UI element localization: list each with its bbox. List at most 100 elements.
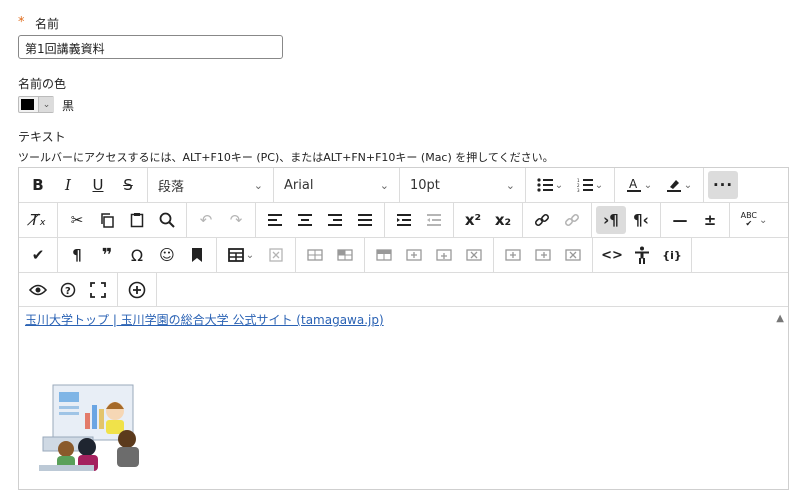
- search-icon: [159, 212, 175, 228]
- delete-table-button[interactable]: [261, 241, 291, 269]
- subscript-button[interactable]: x₂: [488, 206, 518, 234]
- source-code-button[interactable]: <>: [597, 241, 627, 269]
- spellcheck-button[interactable]: ABC ✔ ⌄: [734, 206, 774, 234]
- accessibility-person-icon: [635, 246, 649, 264]
- clipboard-icon: [130, 213, 144, 228]
- undo-icon: ↶: [199, 211, 213, 229]
- row-insert-before-icon: [406, 249, 422, 261]
- quote-icon: ❞: [101, 244, 113, 266]
- copy-icon: [101, 212, 114, 228]
- code-group: <> {i}: [593, 238, 692, 272]
- bold-button[interactable]: B: [23, 171, 53, 199]
- align-left-button[interactable]: [260, 206, 290, 234]
- link-icon: [534, 213, 550, 227]
- font-family-select[interactable]: Arial ⌄: [274, 168, 400, 202]
- blockquote-button[interactable]: ❞: [92, 241, 122, 269]
- font-size-select[interactable]: 10pt ⌄: [400, 168, 526, 202]
- name-color-label: 名前の色: [18, 77, 67, 91]
- redo-button[interactable]: ↷: [221, 206, 251, 234]
- find-replace-button[interactable]: [152, 206, 182, 234]
- fullscreen-button[interactable]: [83, 276, 113, 304]
- help-icon: ?: [60, 282, 76, 297]
- color-group: A ⌄ ⌄: [615, 168, 704, 202]
- chevron-down-icon: ⌄: [643, 179, 653, 191]
- highlight-color-button[interactable]: ⌄: [659, 171, 699, 199]
- math-icon: {i}: [662, 248, 682, 262]
- insert-row-after-button[interactable]: [429, 241, 459, 269]
- spellcheck-group: ABC ✔ ⌄: [730, 203, 778, 237]
- underline-button[interactable]: U: [83, 171, 113, 199]
- rtl-button[interactable]: ¶‹: [626, 206, 656, 234]
- italic-button[interactable]: I: [53, 171, 83, 199]
- insert-table-button[interactable]: ⌄: [221, 241, 261, 269]
- align-right-button[interactable]: [320, 206, 350, 234]
- cut-button[interactable]: ✂: [62, 206, 92, 234]
- row-properties-button[interactable]: [369, 241, 399, 269]
- indent-button[interactable]: [389, 206, 419, 234]
- horizontal-line-button[interactable]: —: [665, 206, 695, 234]
- view-group: ?: [19, 273, 118, 306]
- column-delete-icon: [565, 249, 581, 261]
- accessibility-button[interactable]: [627, 241, 657, 269]
- insert-column-after-button[interactable]: [528, 241, 558, 269]
- insert-link-button[interactable]: [527, 206, 557, 234]
- ltr-button[interactable]: ›¶: [596, 206, 626, 234]
- chevron-down-icon: ⌄: [38, 97, 54, 112]
- strikethrough-button[interactable]: S: [113, 171, 143, 199]
- numbered-list-button[interactable]: 123 ⌄: [570, 171, 610, 199]
- checkmark-icon: ✔: [31, 246, 45, 264]
- accessibility-checker-button[interactable]: ✔: [23, 241, 53, 269]
- preview-button[interactable]: [23, 276, 53, 304]
- outdent-button[interactable]: [419, 206, 449, 234]
- text-label: テキスト: [18, 130, 66, 144]
- svg-text:?: ?: [65, 286, 71, 297]
- help-button[interactable]: ?: [53, 276, 83, 304]
- content-link[interactable]: 玉川大学トップ | 玉川学園の総合大学 公式サイト (tamagawa.jp): [25, 311, 384, 328]
- insert-break-button[interactable]: ±: [695, 206, 725, 234]
- clear-formatting-icon: T̸ₓ: [30, 211, 46, 229]
- delete-column-button[interactable]: [558, 241, 588, 269]
- special-character-button[interactable]: Ω: [122, 241, 152, 269]
- toolbar-row-3: ✔ ¶ ❞ Ω ☺ ⌄ <> {i}: [19, 238, 788, 273]
- name-input[interactable]: 第1回講義資料: [18, 35, 283, 59]
- delete-row-button[interactable]: [459, 241, 489, 269]
- column-insert-after-icon: [535, 249, 551, 261]
- add-content-button[interactable]: [122, 276, 152, 304]
- scroll-up-arrow-icon[interactable]: ▲: [776, 313, 784, 324]
- format-group: B I U S: [19, 168, 148, 202]
- more-options-button[interactable]: ···: [708, 171, 738, 199]
- emoticon-button[interactable]: ☺: [152, 241, 182, 269]
- insert-row-before-button[interactable]: [399, 241, 429, 269]
- direction-group: ›¶ ¶‹: [592, 203, 661, 237]
- editor-content-area[interactable]: 玉川大学トップ | 玉川学園の総合大学 公式サイト (tamagawa.jp) …: [19, 307, 788, 491]
- text-color-button[interactable]: A ⌄: [619, 171, 659, 199]
- clear-formatting-button[interactable]: T̸ₓ: [23, 206, 53, 234]
- justify-button[interactable]: [350, 206, 380, 234]
- align-group: [256, 203, 385, 237]
- paste-button[interactable]: [122, 206, 152, 234]
- align-left-icon: [268, 214, 282, 226]
- copy-button[interactable]: [92, 206, 122, 234]
- align-right-icon: [328, 214, 342, 226]
- highlighter-icon: [666, 180, 681, 192]
- math-editor-button[interactable]: {i}: [657, 241, 687, 269]
- bullet-list-icon: [537, 178, 553, 192]
- show-blocks-button[interactable]: ¶: [62, 241, 92, 269]
- text-color-icon: A: [626, 177, 641, 192]
- toolbar-row-4: ?: [19, 273, 788, 307]
- remove-link-button[interactable]: [557, 206, 587, 234]
- color-picker[interactable]: ⌄: [18, 96, 54, 113]
- paragraph-style-select[interactable]: 段落 ⌄: [148, 168, 274, 202]
- table-properties-button[interactable]: [300, 241, 330, 269]
- bullet-list-button[interactable]: ⌄: [530, 171, 570, 199]
- pilcrow-icon: ¶: [72, 246, 82, 264]
- superscript-button[interactable]: x²: [458, 206, 488, 234]
- table-group: ⌄: [217, 238, 296, 272]
- chevron-down-icon: ⌄: [379, 178, 389, 192]
- insert-column-before-button[interactable]: [498, 241, 528, 269]
- undo-button[interactable]: ↶: [191, 206, 221, 234]
- table-cell-button[interactable]: [330, 241, 360, 269]
- bookmark-button[interactable]: [182, 241, 212, 269]
- fullscreen-icon: [90, 281, 106, 298]
- align-center-button[interactable]: [290, 206, 320, 234]
